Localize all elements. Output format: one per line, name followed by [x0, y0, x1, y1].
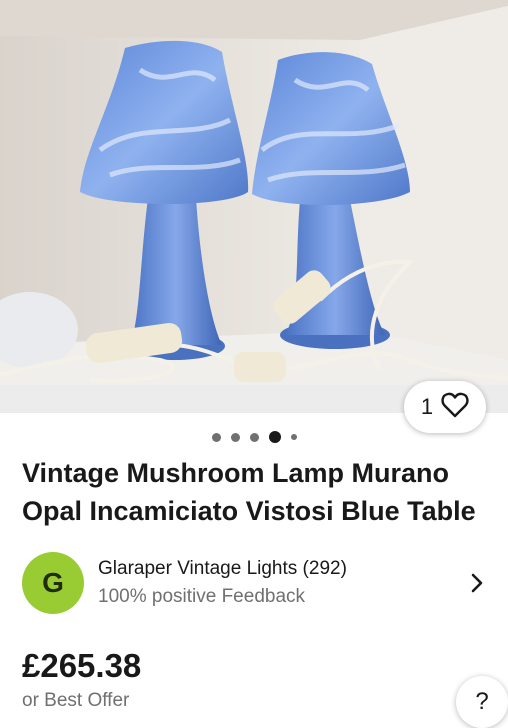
pager-dot[interactable] — [249, 432, 259, 442]
product-image[interactable] — [0, 0, 508, 385]
seller-feedback: 100% positive Feedback — [98, 586, 306, 607]
listing-title: Vintage Mushroom Lamp Murano Opal Incami… — [22, 458, 476, 526]
heart-icon — [441, 392, 469, 423]
seller-row[interactable]: G Glaraper Vintage Lights (292) 100% pos… — [22, 550, 492, 616]
pager-dot[interactable] — [230, 432, 240, 442]
seller-avatar: G — [22, 552, 84, 614]
chevron-right-icon[interactable] — [468, 571, 486, 595]
seller-name: Glaraper Vintage Lights (292) — [98, 558, 347, 579]
seller-info: Glaraper Vintage Lights (292) 100% posit… — [98, 556, 468, 610]
listing-price: £265.38 — [22, 647, 142, 684]
watch-button[interactable]: 1 — [404, 381, 486, 433]
best-offer-label: or Best Offer — [22, 690, 130, 711]
pager-dot[interactable] — [211, 432, 221, 442]
pager-dot[interactable] — [290, 434, 297, 440]
watch-count: 1 — [420, 394, 434, 419]
pager-dot-active[interactable] — [268, 431, 281, 443]
image-pager[interactable] — [0, 431, 508, 443]
help-button[interactable]: ? — [456, 676, 508, 728]
